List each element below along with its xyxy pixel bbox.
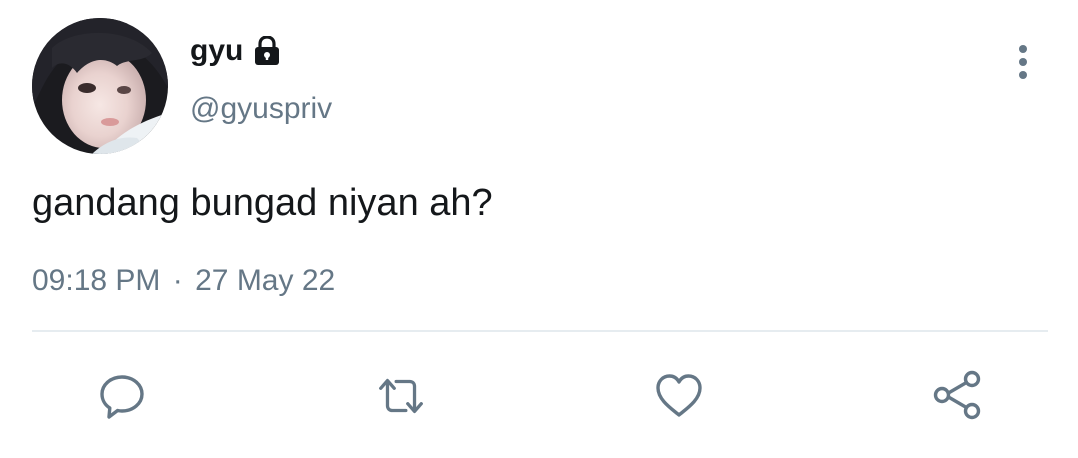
- tweet-timestamp[interactable]: 09:18 PM · 27 May 22: [32, 264, 335, 298]
- lock-icon: [251, 35, 283, 66]
- tweet-date: 27 May 22: [195, 264, 336, 297]
- tweet-card: gyu @gyuspriv gandang bungad niyan ah? 0…: [0, 0, 1078, 458]
- display-name[interactable]: gyu: [190, 34, 243, 68]
- heart-icon: [656, 374, 702, 417]
- share-button[interactable]: [930, 368, 986, 424]
- user-handle[interactable]: @gyuspriv: [190, 92, 332, 126]
- name-row: gyu: [190, 34, 283, 68]
- more-options-button[interactable]: [1008, 42, 1038, 84]
- avatar-image: [32, 18, 168, 154]
- retweet-button[interactable]: [373, 368, 429, 424]
- avatar[interactable]: [32, 18, 168, 154]
- meta-separator: ·: [172, 264, 183, 297]
- tweet-text: gandang bungad niyan ah?: [32, 182, 493, 224]
- reply-icon: [100, 375, 144, 419]
- divider: [32, 330, 1048, 332]
- tweet-time: 09:18 PM: [32, 264, 161, 297]
- more-vertical-icon: [1019, 45, 1027, 79]
- reply-button[interactable]: [94, 368, 150, 424]
- like-button[interactable]: [651, 368, 707, 424]
- retweet-icon: [379, 378, 423, 414]
- share-icon: [933, 370, 981, 420]
